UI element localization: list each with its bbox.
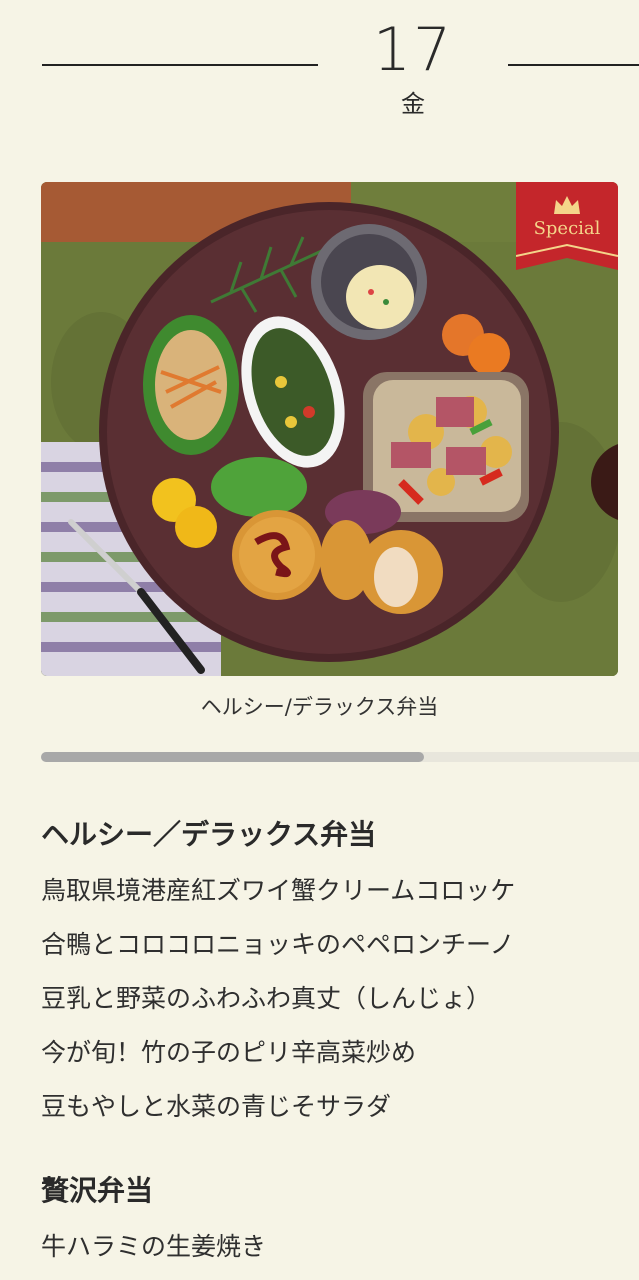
menu-group-title: ヘルシー／デラックス弁当 [41, 818, 377, 851]
weekday-label: 金 [401, 90, 425, 118]
special-badge: Special [516, 182, 618, 270]
divider-right [508, 64, 639, 66]
photo-caption: ヘルシー/デラックス弁当 [200, 695, 439, 719]
carousel-progress-fill [41, 752, 424, 762]
menu-item: 豆もやしと水菜の青じそサラダ [41, 1092, 392, 1121]
divider-left [42, 64, 318, 66]
menu-group: 贅沢弁当 牛ハラミの生姜焼き [41, 1168, 621, 1274]
menu-item: 今が旬！竹の子のピリ辛高菜炒め [41, 1038, 417, 1067]
menu-group: ヘルシー／デラックス弁当 鳥取県境港産紅ズワイ蟹クリームコロッケ 合鴨とコロコロ… [41, 812, 621, 1134]
crown-icon [554, 196, 580, 214]
bento-photo[interactable]: Special [41, 182, 618, 676]
day-number: 17 [372, 15, 454, 85]
menu-item: 鳥取県境港産紅ズワイ蟹クリームコロッケ [41, 876, 516, 905]
special-badge-label: Special [533, 218, 601, 239]
date-header: 17 金 [0, 0, 639, 130]
menu-group-title: 贅沢弁当 [41, 1174, 154, 1207]
menu-item: 牛ハラミの生姜焼き [41, 1232, 267, 1261]
menu-item: 合鴨とコロコロニョッキのペペロンチーノ [41, 930, 515, 959]
menu-list: ヘルシー／デラックス弁当 鳥取県境港産紅ズワイ蟹クリームコロッケ 合鴨とコロコロ… [41, 812, 621, 1274]
menu-item: 豆乳と野菜のふわふわ真丈（しんじょ） [41, 984, 492, 1013]
carousel-progress[interactable] [41, 752, 639, 762]
